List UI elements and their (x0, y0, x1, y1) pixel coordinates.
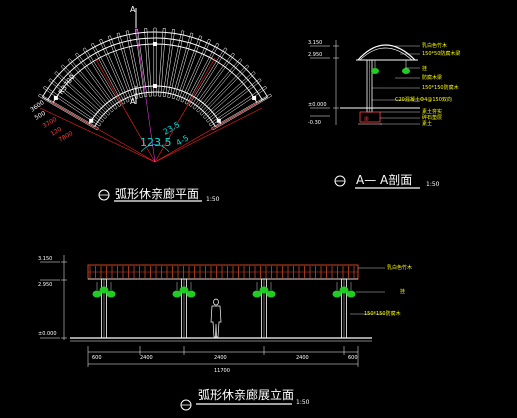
elevation-title: 弧形休亲廊展立面 (198, 387, 294, 402)
plan-title: 弧形休亲廊平面 (115, 186, 199, 201)
elevation-hanging-plant (99, 286, 109, 294)
section-level-top: 3.150 (308, 40, 322, 46)
plan-post (153, 84, 157, 88)
plan-scale: 1:50 (206, 196, 220, 203)
elevation-level-beam: 2.950 (38, 282, 52, 288)
plan-post (53, 95, 58, 100)
elevation-dim-1: 600 (92, 355, 102, 361)
elevation-hanging-plant (259, 286, 269, 294)
elevation-level-top: 3.150 (38, 256, 52, 262)
section-label-2: 150*50防腐木梁 (422, 50, 460, 57)
elevation-dim-2: 2400 (140, 355, 153, 361)
elevation-dim-3: 2400 (214, 355, 227, 361)
section-label-9: 素土 (422, 120, 432, 127)
elevation-level-ground: ±0.000 (38, 331, 57, 337)
elevation-label-1: 乳白色竹木 (387, 264, 412, 271)
elevation-dim-5: 600 (348, 355, 358, 361)
section-label-4: 防腐木梁 (422, 74, 442, 81)
plan-post (89, 118, 94, 123)
plan-post (153, 42, 157, 46)
section-level-beam: 2.950 (308, 52, 322, 58)
svg-text:▥: ▥ (364, 116, 369, 122)
section-label-5: 150*150防腐木 (422, 84, 459, 91)
elevation-hanging-plant (179, 286, 189, 294)
section-scale: 1:50 (426, 181, 440, 188)
elevation-dim-total: 11700 (214, 368, 230, 374)
section-label-3: 挂 (422, 65, 427, 72)
section-level-ground: ±0.000 (308, 102, 327, 108)
elevation-label-3: 150*150防腐木 (364, 310, 401, 317)
cad-drawing: A A R3700 3600 500 3700 120 7800 123.5 2… (0, 0, 517, 418)
section-level-foundation: -0.30 (308, 120, 321, 126)
section-label-8: 碎石垫层 (422, 114, 442, 121)
elevation-dim-4: 2400 (296, 355, 309, 361)
drawing-background (0, 0, 517, 418)
section-mark-top: A (130, 5, 136, 14)
section-label-1: 乳白色竹木 (422, 42, 447, 49)
plan-post (252, 95, 257, 100)
plan-post (216, 118, 221, 123)
elevation-label-2: 挂 (400, 288, 405, 295)
elevation-hanging-plant (339, 286, 349, 294)
section-label-7: 素土夯实 (422, 108, 442, 115)
section-mark-bottom: A (130, 97, 136, 106)
section-title: A— A剖面 (356, 173, 412, 187)
elevation-scale: 1:50 (296, 399, 310, 406)
plan-angle: 123.5 (140, 136, 172, 149)
section-label-6: C20混凝土Ф4@150双向 (395, 96, 452, 103)
